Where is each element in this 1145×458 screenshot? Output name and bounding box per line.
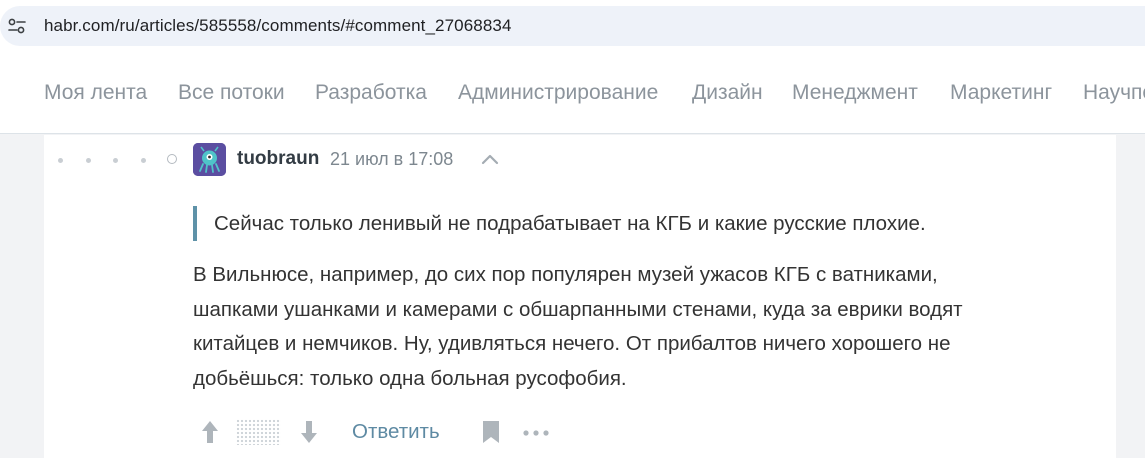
arrow-up-icon[interactable] [199,419,221,445]
nav-item-management[interactable]: Менеджмент [792,81,918,105]
chevron-up-icon[interactable] [480,152,500,166]
nav-item-administration[interactable]: Администрирование [458,81,658,105]
avatar[interactable] [193,143,226,176]
thread-level-dot [113,158,118,163]
quote-text: Сейчас только ленивый не подрабатывает н… [214,212,926,235]
comment-body-line: В Вильнюсе, например, до сих пор популяр… [193,263,938,286]
comment-body-line: китайцев и немчиков. Ну, удивляться нече… [193,332,951,355]
habr-flows-nav: Моя лента Все потоки Разработка Админист… [0,54,1145,134]
arrow-down-icon[interactable] [298,419,320,445]
address-bar[interactable]: habr.com/ru/articles/585558/comments/#co… [0,6,1145,46]
nav-item-popsci[interactable]: Научпоп [1083,81,1145,105]
comment-body: В Вильнюсе, например, до сих пор популяр… [193,258,1093,396]
tune-icon[interactable] [8,18,26,34]
nav-item-marketing[interactable]: Маркетинг [950,81,1052,105]
comment-quote: Сейчас только ленивый не подрабатывает н… [193,206,926,241]
bookmark-icon[interactable] [482,420,500,444]
reply-button[interactable]: Ответить [352,420,440,444]
comment-body-line: добьёшься: только одна больная русофобия… [193,366,627,390]
thread-level-dot [58,158,63,163]
thread-collapse-toggle[interactable] [167,154,177,164]
nav-item-my-feed[interactable]: Моя лента [44,81,147,105]
comment-timestamp[interactable]: 21 июл в 17:08 [330,149,453,170]
thread-level-dot [86,158,91,163]
nav-item-development[interactable]: Разработка [315,81,427,105]
url-text[interactable]: habr.com/ru/articles/585558/comments/#co… [44,16,512,36]
comment-author[interactable]: tuobraun [237,148,319,170]
vote-score-hidden [236,419,281,445]
nav-item-all-flows[interactable]: Все потоки [178,81,285,105]
thread-level-dot [141,158,146,163]
nav-item-design[interactable]: Дизайн [692,81,763,105]
browser-toolbar: habr.com/ru/articles/585558/comments/#co… [0,0,1145,54]
more-dots-icon[interactable] [522,426,550,438]
comment-body-line: шапками ушанками и камерами с обшарпанны… [193,297,963,321]
